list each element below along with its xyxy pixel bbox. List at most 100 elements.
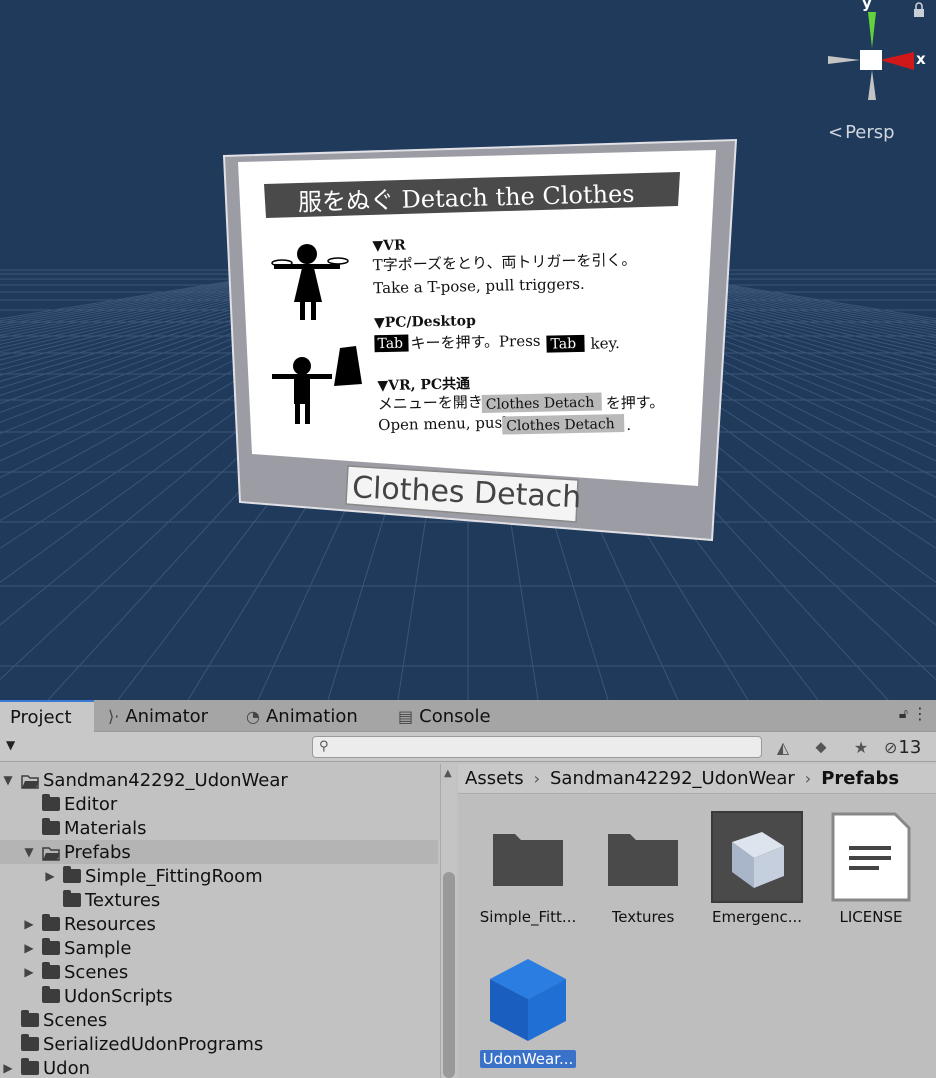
folder-icon: [21, 1010, 39, 1027]
tree-item[interactable]: SerializedUdonPrograms: [0, 1032, 438, 1056]
panel-lock-icon[interactable]: 🔓︎: [899, 706, 908, 722]
tree-item-label: Scenes: [43, 1009, 108, 1031]
tree-scroll-thumb[interactable]: [443, 872, 455, 1078]
folder-icon: [63, 866, 81, 883]
tab-console[interactable]: ▤ Console: [398, 700, 491, 732]
gizmo-x-label: x: [916, 50, 926, 68]
tree-scrollbar[interactable]: ▲: [440, 764, 456, 1078]
tree-item[interactable]: Scenes: [0, 1008, 438, 1032]
common-en: Open menu, push: [378, 413, 512, 434]
search-by-type-icon[interactable]: ◭: [770, 734, 796, 760]
search-input[interactable]: [337, 739, 757, 755]
collapsed-arrow-icon[interactable]: ▶: [22, 941, 36, 955]
tree-item[interactable]: ▼ Sandman42292_UdonWear: [0, 768, 438, 792]
y-axis-cone[interactable]: [868, 12, 876, 48]
asset-label: UdonWear...: [479, 1050, 577, 1068]
tree-item-label: Prefabs: [64, 841, 131, 863]
hidden-packages-toggle[interactable]: ⊘ 13: [884, 734, 921, 760]
create-dropdown-icon[interactable]: ▼: [6, 738, 15, 752]
folder-icon: [482, 811, 574, 903]
tree-item[interactable]: ▶ Udon: [0, 1056, 438, 1078]
tree-item[interactable]: Materials: [0, 816, 438, 840]
tab-animation-label: Animation: [265, 705, 358, 727]
tree-item[interactable]: ▶ Sample: [0, 936, 438, 960]
folder-icon: [42, 938, 60, 955]
tab-animator-label: Animator: [125, 705, 209, 727]
asset-item[interactable]: LICENSE: [821, 811, 921, 931]
prefab-cube-icon: [711, 811, 803, 903]
tree-item[interactable]: UdonScripts: [0, 984, 438, 1008]
favorites-star-icon[interactable]: ★: [848, 734, 874, 760]
folder-icon: [21, 1058, 39, 1075]
project-panel: Project ⟩· Animator ◔ Animation ▤ Consol…: [0, 700, 936, 1078]
console-icon: ▤: [398, 706, 414, 726]
project-toolbar: ▼ ⚲ ◭ ⬥ ★ ⊘ 13: [0, 732, 936, 762]
folder-icon: [42, 962, 60, 979]
tree-item-label: SerializedUdonPrograms: [43, 1033, 264, 1055]
gizmo-center[interactable]: [860, 50, 882, 70]
collapsed-arrow-icon[interactable]: ▶: [22, 965, 36, 979]
asset-grid: Simple_Fitt... Textures Emergenc... LICE…: [458, 795, 936, 1078]
search-by-label-icon[interactable]: ⬥: [808, 734, 834, 760]
tree-item-label: Sandman42292_UdonWear: [43, 769, 288, 791]
breadcrumb: Assets › Sandman42292_UdonWear › Prefabs: [458, 764, 936, 794]
tab-project[interactable]: Project: [0, 700, 94, 732]
neg-y-axis-cone[interactable]: [868, 70, 876, 100]
common-heading: ▼VR, PC共通: [377, 375, 470, 394]
folder-open-icon: [21, 773, 39, 789]
collapsed-arrow-icon[interactable]: ▶: [43, 869, 57, 883]
expanded-arrow-icon[interactable]: ▼: [22, 845, 36, 859]
scene-view[interactable]: 服をぬぐ Detach the Clothes ▼VR T字ポーズをとり、両トリ…: [0, 0, 936, 700]
breadcrumb-item[interactable]: Prefabs: [821, 768, 899, 789]
tree-item[interactable]: Textures: [0, 888, 438, 912]
tab-animation[interactable]: ◔ Animation: [246, 700, 358, 732]
breadcrumb-item[interactable]: Assets: [465, 768, 524, 789]
chevron-right-icon: ›: [804, 769, 812, 788]
asset-item[interactable]: UdonWear...: [478, 953, 578, 1073]
chevron-right-icon: ›: [533, 769, 540, 788]
perspective-icon: <: [828, 122, 844, 143]
panel-tabbar: Project ⟩· Animator ◔ Animation ▤ Consol…: [0, 700, 936, 732]
common-en-tail: .: [626, 416, 631, 434]
perspective-toggle[interactable]: < Persp: [828, 122, 895, 143]
folder-icon: [63, 890, 81, 907]
tree-item-label: Materials: [64, 817, 147, 839]
scroll-up-icon[interactable]: ▲: [444, 768, 452, 779]
tree-item-label: Simple_FittingRoom: [85, 865, 263, 887]
tree-item[interactable]: ▶ Resources: [0, 912, 438, 936]
collapsed-arrow-icon[interactable]: ▶: [22, 917, 36, 931]
clothes-detach-key-2: Clothes Detach: [506, 416, 615, 434]
tree-item-label: Sample: [64, 937, 132, 959]
clothes-detach-board[interactable]: 服をぬぐ Detach the Clothes ▼VR T字ポーズをとり、両トリ…: [0, 0, 936, 700]
search-box[interactable]: ⚲: [312, 736, 762, 758]
collapsed-arrow-icon[interactable]: ▶: [1, 1061, 15, 1075]
expanded-arrow-icon[interactable]: ▼: [1, 773, 15, 787]
asset-item[interactable]: Simple_Fitt...: [478, 811, 578, 931]
tree-item-label: Udon: [43, 1057, 91, 1078]
tab-key-label: Tab: [377, 336, 403, 353]
panel-menu-icon[interactable]: ⋮: [912, 704, 928, 723]
text-file-icon: [825, 811, 917, 903]
tree-item-label: UdonScripts: [64, 985, 173, 1007]
tree-item[interactable]: ▼ Prefabs: [0, 840, 438, 864]
tree-item[interactable]: ▶ Simple_FittingRoom: [0, 864, 438, 888]
asset-item[interactable]: Emergenc...: [707, 811, 807, 931]
neg-x-axis-cone[interactable]: [828, 56, 860, 64]
x-axis-cone[interactable]: [880, 52, 914, 70]
folder-icon: [42, 818, 60, 835]
lock-icon[interactable]: [912, 2, 926, 18]
pc-heading: ▼PC/Desktop: [374, 313, 476, 331]
folder-icon: [21, 1034, 39, 1051]
tree-item[interactable]: Editor: [0, 792, 438, 816]
animation-icon: ◔: [246, 706, 260, 726]
common-jp-a: メニューを開き: [378, 393, 483, 413]
folder-icon: [42, 794, 60, 811]
tree-item[interactable]: ▶ Scenes: [0, 960, 438, 984]
breadcrumb-item[interactable]: Sandman42292_UdonWear: [550, 768, 795, 789]
tab-animator[interactable]: ⟩· Animator: [108, 700, 208, 732]
hidden-count-value: 13: [898, 736, 922, 758]
eye-slash-icon: ⊘: [884, 737, 898, 757]
gizmo-y-label: y: [862, 0, 872, 12]
asset-item[interactable]: Textures: [593, 811, 693, 931]
asset-label: Emergenc...: [711, 908, 803, 926]
